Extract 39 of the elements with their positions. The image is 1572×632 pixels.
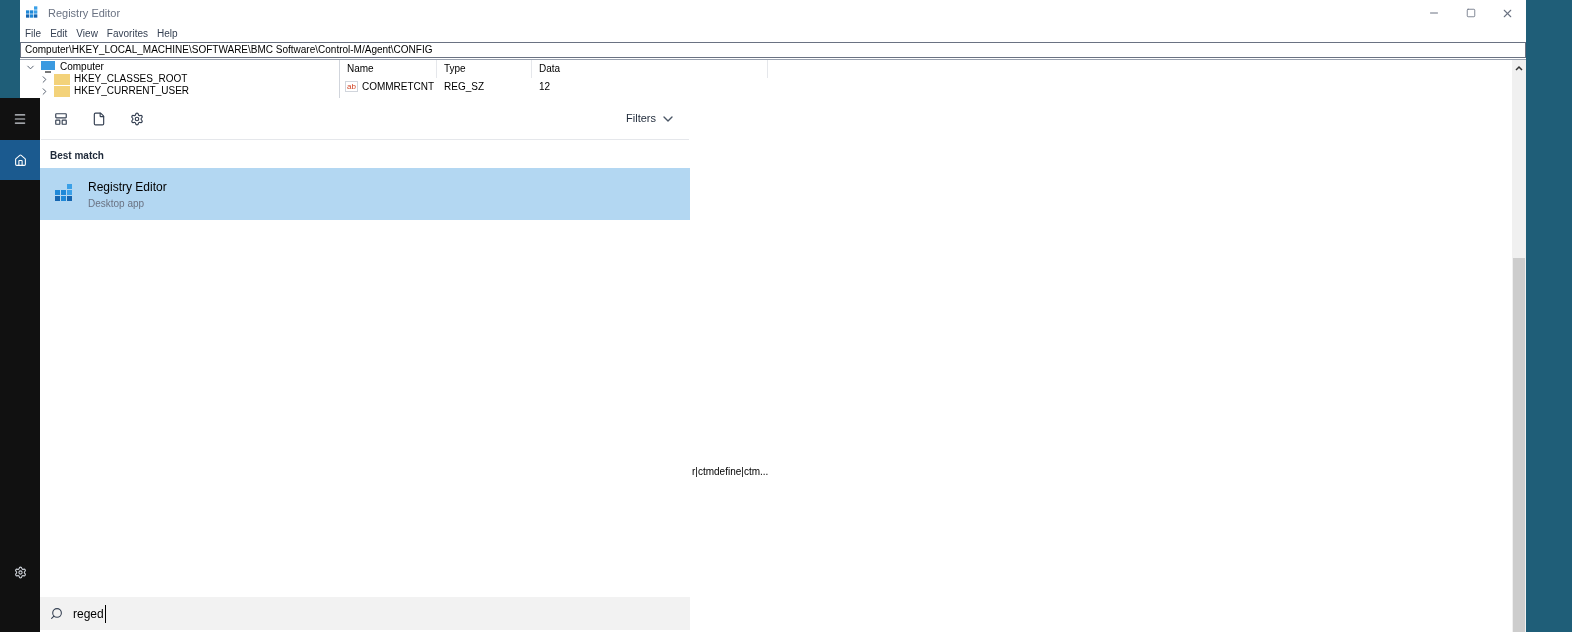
result-subtitle: Desktop app	[88, 196, 146, 211]
column-header[interactable]: Data	[532, 60, 768, 78]
table-cell-text: r|ctmdefine|ctm...	[692, 465, 769, 479]
tree-item[interactable]: HKEY_CURRENT_USER	[74, 85, 190, 97]
search-result[interactable]: Registry Editor Desktop app	[40, 168, 690, 220]
section-heading: Best match	[49, 149, 105, 163]
tree-item[interactable]: HKEY_CLASSES_ROOT	[74, 73, 188, 85]
menu-item[interactable]: File	[25, 26, 42, 41]
search-icon	[50, 607, 63, 620]
scrollbar-thumb[interactable]	[1513, 258, 1525, 632]
folder-icon	[54, 85, 70, 97]
table-cell-text: REG_SZ	[443, 80, 485, 94]
search-field[interactable]: reged	[40, 597, 690, 630]
settings-icon[interactable]	[130, 111, 144, 126]
computer-icon	[40, 61, 56, 73]
menu-item[interactable]: Favorites	[106, 26, 148, 41]
filters-dropdown[interactable]: Filters	[626, 110, 676, 127]
string-value-icon: ab	[345, 81, 358, 92]
home-icon	[13, 153, 27, 167]
column-header[interactable]: Type	[437, 60, 532, 78]
menu-item[interactable]: Help	[157, 26, 178, 41]
scrollbar[interactable]	[1512, 60, 1526, 632]
scroll-up-icon[interactable]	[1515, 64, 1523, 72]
apps-filter-icon[interactable]	[54, 111, 68, 126]
address-bar[interactable]: Computer\HKEY_LOCAL_MACHINE\SOFTWARE\BMC Software\Control-M/Agent\CONFIG	[20, 42, 1526, 58]
maximize-icon	[1465, 8, 1476, 18]
folder-icon	[54, 73, 70, 85]
tree-item[interactable]: Computer	[60, 61, 104, 73]
result-title: Registry Editor	[88, 178, 167, 196]
menu-item[interactable]: View	[76, 26, 98, 41]
registry-icon	[24, 5, 40, 21]
document-icon[interactable]	[92, 111, 106, 126]
table-cell-text: COMMRETCNT	[361, 80, 435, 94]
settings-icon	[13, 565, 27, 579]
column-header[interactable]: Name	[340, 60, 437, 78]
window-title: Registry Editor	[48, 5, 121, 21]
table-cell-text: 12	[538, 80, 551, 94]
menu-item[interactable]: Edit	[50, 26, 68, 41]
home-button[interactable]	[0, 140, 40, 180]
